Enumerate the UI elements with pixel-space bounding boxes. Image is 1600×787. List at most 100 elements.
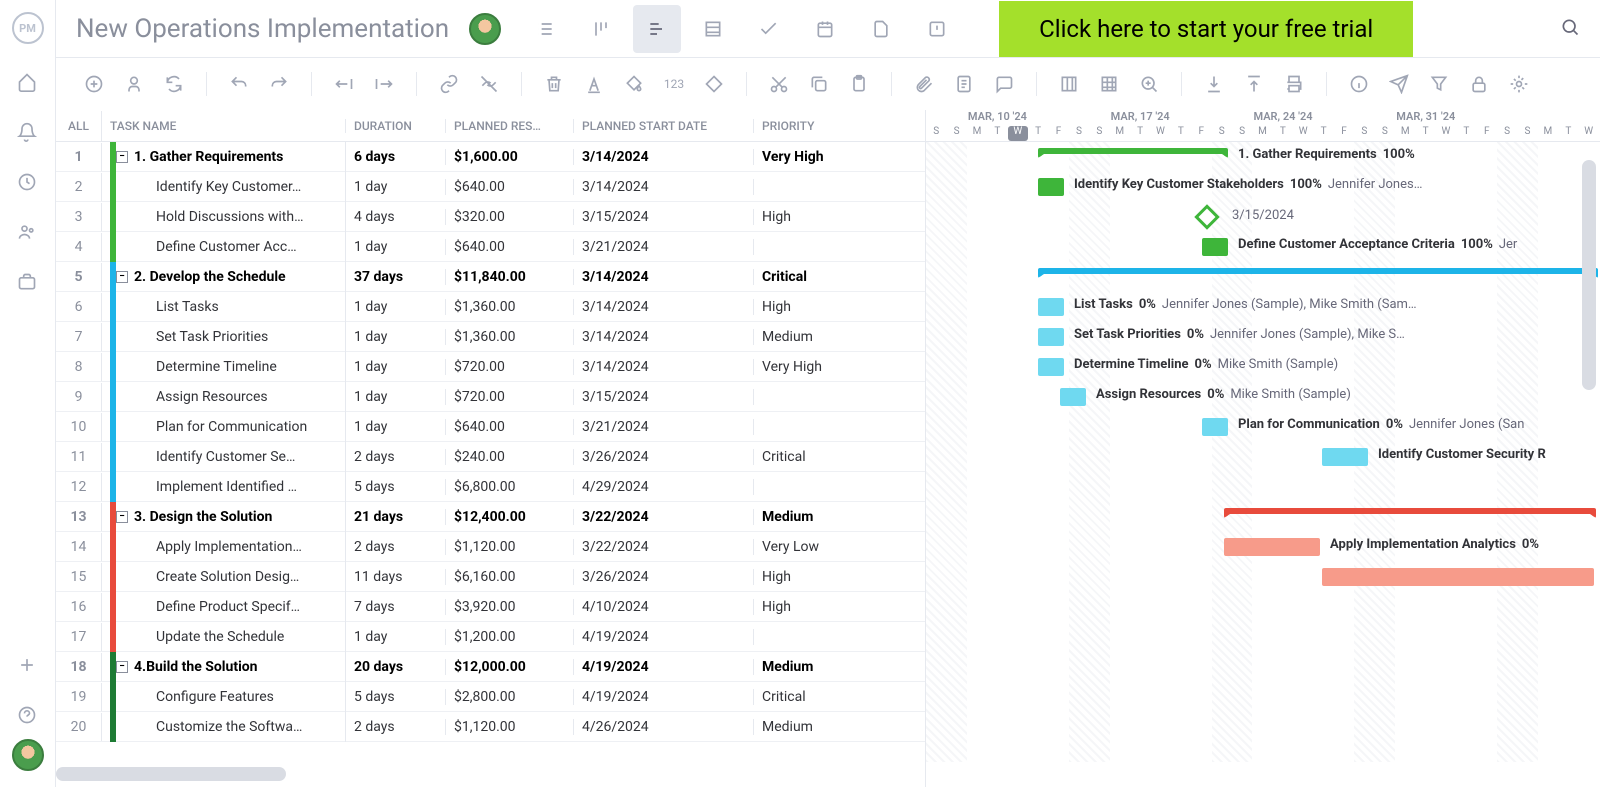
notes-icon[interactable] — [950, 70, 978, 98]
date-cell[interactable]: 3/26/2024 — [574, 569, 754, 585]
export-icon[interactable] — [1240, 70, 1268, 98]
recent-icon[interactable] — [17, 172, 39, 194]
priority-cell[interactable]: Critical — [754, 269, 872, 285]
resources-cell[interactable]: $320.00 — [446, 209, 574, 225]
duration-cell[interactable]: 20 days — [346, 659, 446, 675]
duration-cell[interactable]: 5 days — [346, 479, 446, 495]
date-cell[interactable]: 4/19/2024 — [574, 629, 754, 645]
priority-cell[interactable]: Critical — [754, 689, 872, 705]
gantt-bar[interactable] — [1038, 178, 1064, 196]
task-row[interactable]: 5−2. Develop the Schedule37 days$11,840.… — [56, 262, 925, 292]
gantt-bar[interactable] — [1038, 148, 1228, 158]
task-row[interactable]: 8Determine Timeline1 day$720.003/14/2024… — [56, 352, 925, 382]
col-header-resources[interactable]: PLANNED RES… — [446, 119, 574, 133]
date-cell[interactable]: 4/29/2024 — [574, 479, 754, 495]
task-row[interactable]: 2Identify Key Customer…1 day$640.003/14/… — [56, 172, 925, 202]
duration-cell[interactable]: 2 days — [346, 719, 446, 735]
date-cell[interactable]: 3/22/2024 — [574, 539, 754, 555]
task-name-cell[interactable]: Identify Customer Se… — [102, 442, 346, 472]
task-name-cell[interactable]: −3. Design the Solution — [102, 502, 346, 532]
project-title[interactable]: New Operations Implementation — [76, 14, 449, 44]
task-name-cell[interactable]: Implement Identified … — [102, 472, 346, 502]
files-view-icon[interactable] — [857, 5, 905, 53]
gantt-bar[interactable] — [1038, 298, 1064, 316]
date-cell[interactable]: 4/26/2024 — [574, 719, 754, 735]
indent-icon[interactable] — [370, 70, 398, 98]
settings-icon[interactable] — [1505, 70, 1533, 98]
refresh-icon[interactable] — [160, 70, 188, 98]
gantt-bar[interactable] — [1060, 388, 1086, 406]
team-icon[interactable] — [17, 222, 39, 244]
duration-cell[interactable]: 7 days — [346, 599, 446, 615]
app-logo[interactable]: PM — [12, 12, 44, 44]
print-icon[interactable] — [1280, 70, 1308, 98]
resources-cell[interactable]: $1,600.00 — [446, 149, 574, 165]
resources-cell[interactable]: $720.00 — [446, 389, 574, 405]
gantt-bar[interactable] — [1038, 328, 1064, 346]
priority-cell[interactable]: Critical — [754, 449, 872, 465]
task-name-cell[interactable]: Customize the Softwa… — [102, 712, 346, 742]
task-row[interactable]: 14Apply Implementation…2 days$1,120.003/… — [56, 532, 925, 562]
text-color-icon[interactable] — [580, 70, 608, 98]
resources-cell[interactable]: $6,800.00 — [446, 479, 574, 495]
gantt-view-icon[interactable] — [633, 5, 681, 53]
duration-cell[interactable]: 2 days — [346, 539, 446, 555]
task-row[interactable]: 15Create Solution Desig…11 days$6,160.00… — [56, 562, 925, 592]
columns-icon[interactable] — [1055, 70, 1083, 98]
info-icon[interactable] — [1345, 70, 1373, 98]
task-name-cell[interactable]: Determine Timeline — [102, 352, 346, 382]
date-cell[interactable]: 3/14/2024 — [574, 149, 754, 165]
resources-cell[interactable]: $1,360.00 — [446, 299, 574, 315]
notifications-icon[interactable] — [17, 122, 39, 144]
gantt-bar[interactable] — [1202, 238, 1228, 256]
date-cell[interactable]: 3/21/2024 — [574, 419, 754, 435]
user-avatar[interactable] — [12, 739, 44, 771]
task-name-cell[interactable]: Define Customer Acc… — [102, 232, 346, 262]
task-name-cell[interactable]: Define Product Specif… — [102, 592, 346, 622]
date-cell[interactable]: 3/14/2024 — [574, 269, 754, 285]
date-cell[interactable]: 3/22/2024 — [574, 509, 754, 525]
col-header-all[interactable]: ALL — [56, 111, 102, 141]
gantt-bar[interactable] — [1322, 568, 1594, 586]
resources-cell[interactable]: $640.00 — [446, 179, 574, 195]
list-view-icon[interactable] — [521, 5, 569, 53]
duration-cell[interactable]: 2 days — [346, 449, 446, 465]
task-row[interactable]: 10Plan for Communication1 day$640.003/21… — [56, 412, 925, 442]
collapse-icon[interactable]: − — [116, 151, 128, 163]
task-name-cell[interactable]: List Tasks — [102, 292, 346, 322]
gantt-chart[interactable]: MAR, 10 '24MAR, 17 '24MAR, 24 '24MAR, 31… — [926, 110, 1600, 787]
comments-icon[interactable] — [990, 70, 1018, 98]
unlink-icon[interactable] — [475, 70, 503, 98]
duration-cell[interactable]: 1 day — [346, 299, 446, 315]
zoom-icon[interactable] — [1135, 70, 1163, 98]
task-name-cell[interactable]: Apply Implementation… — [102, 532, 346, 562]
horizontal-scrollbar[interactable] — [56, 767, 286, 781]
duration-cell[interactable]: 21 days — [346, 509, 446, 525]
resources-cell[interactable]: $12,400.00 — [446, 509, 574, 525]
risks-view-icon[interactable] — [913, 5, 961, 53]
date-cell[interactable]: 4/19/2024 — [574, 659, 754, 675]
resources-cell[interactable]: $12,000.00 — [446, 659, 574, 675]
duration-cell[interactable]: 1 day — [346, 419, 446, 435]
task-name-cell[interactable]: −4.Build the Solution — [102, 652, 346, 682]
attach-icon[interactable] — [910, 70, 938, 98]
search-icon[interactable] — [1560, 17, 1580, 41]
task-row[interactable]: 7Set Task Priorities1 day$1,360.003/14/2… — [56, 322, 925, 352]
duration-cell[interactable]: 37 days — [346, 269, 446, 285]
free-trial-button[interactable]: Click here to start your free trial — [999, 1, 1413, 57]
resources-cell[interactable]: $640.00 — [446, 419, 574, 435]
resources-cell[interactable]: $11,840.00 — [446, 269, 574, 285]
gantt-bar[interactable] — [1224, 538, 1320, 556]
gantt-bar[interactable] — [1038, 358, 1064, 376]
col-header-start[interactable]: PLANNED START DATE — [574, 119, 754, 133]
priority-cell[interactable]: High — [754, 209, 872, 225]
duration-cell[interactable]: 1 day — [346, 359, 446, 375]
resources-cell[interactable]: $1,120.00 — [446, 719, 574, 735]
cut-icon[interactable] — [765, 70, 793, 98]
date-cell[interactable]: 3/14/2024 — [574, 179, 754, 195]
task-name-cell[interactable]: Update the Schedule — [102, 622, 346, 652]
resources-cell[interactable]: $1,120.00 — [446, 539, 574, 555]
collapse-icon[interactable]: − — [116, 661, 128, 673]
task-name-cell[interactable]: −2. Develop the Schedule — [102, 262, 346, 292]
task-name-cell[interactable]: Configure Features — [102, 682, 346, 712]
